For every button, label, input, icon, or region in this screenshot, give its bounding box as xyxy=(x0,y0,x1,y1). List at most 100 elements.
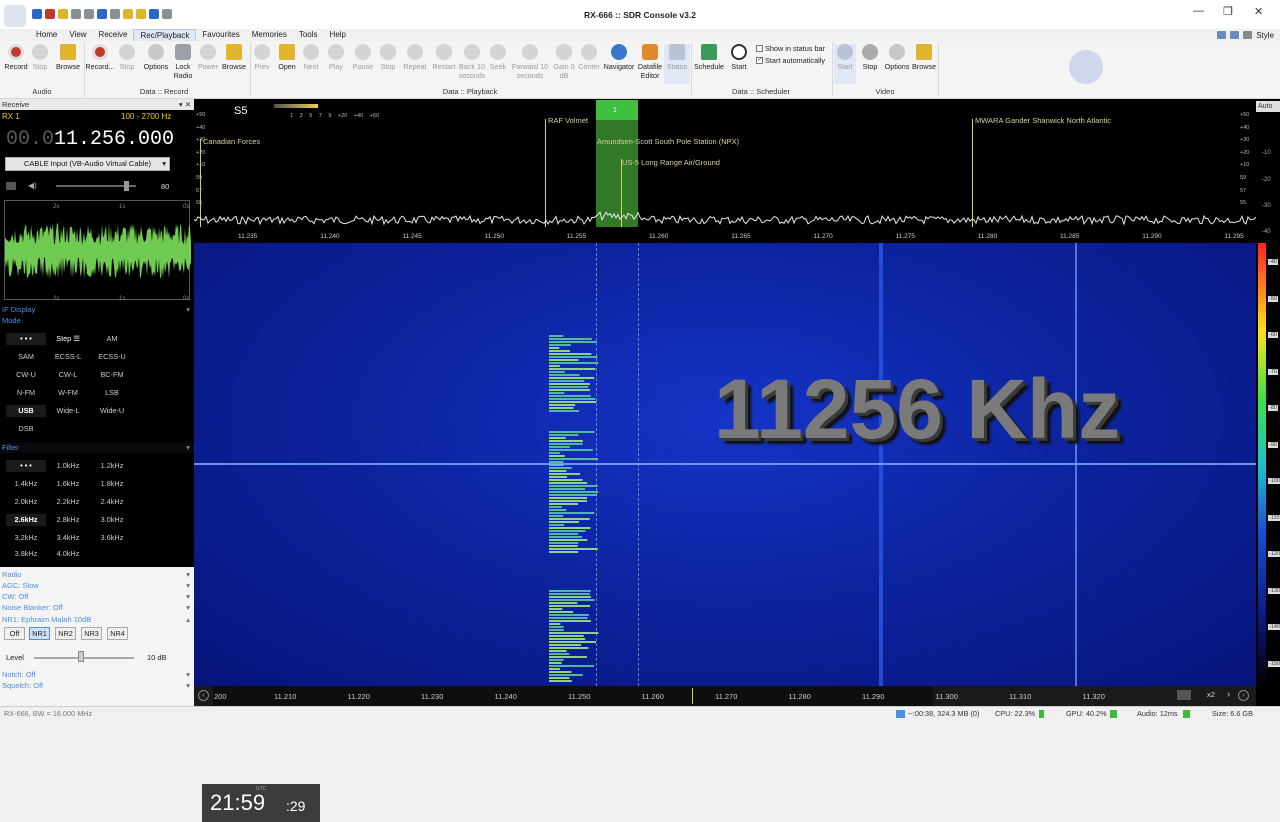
mode-am[interactable]: AM xyxy=(92,333,132,345)
restart-button[interactable]: Restart xyxy=(430,44,458,71)
menu-home[interactable]: Home xyxy=(30,29,63,41)
audio-browse-button[interactable]: Browse xyxy=(54,44,82,71)
mode-ecss-u[interactable]: ECSS-U xyxy=(92,351,132,363)
pause-button[interactable]: Pause xyxy=(351,44,375,71)
video-browse-button[interactable]: Browse xyxy=(910,44,938,71)
mode-wide-l[interactable]: Wide-L xyxy=(48,405,88,417)
mode-sam[interactable]: SAM xyxy=(6,351,46,363)
seek-button[interactable]: Seek xyxy=(487,44,509,71)
lock-small-icon[interactable] xyxy=(1243,31,1253,39)
filter-3-4[interactable]: 3.4kHz xyxy=(48,532,88,544)
repeat-button[interactable]: Repeat xyxy=(401,44,429,71)
minimize-button[interactable]: — xyxy=(1193,5,1204,17)
open-button[interactable]: Open xyxy=(275,44,299,71)
keyboard-icon[interactable] xyxy=(1177,690,1191,700)
nr3-button[interactable]: NR3 xyxy=(81,627,102,640)
filter-1-8[interactable]: 1.8kHz xyxy=(92,478,132,490)
filter-3-6[interactable]: 3.6kHz xyxy=(92,532,132,544)
filter-1-0[interactable]: 1.0kHz xyxy=(48,460,88,472)
nr2-button[interactable]: NR2 xyxy=(55,627,76,640)
play-icon[interactable]: › xyxy=(1238,690,1249,701)
start-automatically-checkbox[interactable]: ✓ Start automatically xyxy=(756,56,825,65)
gain-button[interactable]: Gain 0 dB xyxy=(552,44,576,80)
mode-cw-u[interactable]: CW-U xyxy=(6,369,46,381)
mode-more[interactable]: • • • xyxy=(6,333,46,345)
filter-section[interactable]: Filter ▾ xyxy=(0,443,194,453)
menu-rec-playback[interactable]: Rec/Playback xyxy=(133,29,197,41)
layout-icon[interactable] xyxy=(1217,31,1227,39)
center-button[interactable]: Center xyxy=(576,44,602,71)
filter-1-4[interactable]: 1.4kHz xyxy=(6,478,46,490)
data-stop-button[interactable]: Stop xyxy=(117,44,137,71)
menu-help[interactable]: Help xyxy=(324,29,352,41)
menu-view[interactable]: View xyxy=(63,29,92,41)
menu-favourites[interactable]: Favourites xyxy=(196,29,245,41)
prev-button[interactable]: Prev xyxy=(252,44,272,71)
datafile-editor-button[interactable]: Datafile Editor xyxy=(637,44,663,80)
auto-button[interactable]: Auto xyxy=(1256,101,1280,112)
monitor-icon[interactable] xyxy=(1230,31,1240,39)
mode-w-fm[interactable]: W-FM xyxy=(48,387,88,399)
if-display-section[interactable]: IF Display ▾ xyxy=(0,305,194,315)
lock-radio-button[interactable]: Lock Radio xyxy=(172,44,194,80)
maximize-button[interactable]: ❐ xyxy=(1223,5,1233,18)
data-options-button[interactable]: Options xyxy=(140,44,172,71)
status-button[interactable]: Status xyxy=(664,44,690,84)
input-select[interactable]: CABLE Input (VB-Audio Virtual Cable) ▾ xyxy=(5,157,170,171)
spectrum-panel[interactable]: S5 1 3 5 7 9 +20 +40 +60 1 RAF Volmet Ca… xyxy=(194,99,1256,240)
audio-stop-button[interactable]: Stop xyxy=(30,44,50,71)
waterfall[interactable]: 11256 Khz UTC 21:59 :29 xyxy=(194,243,1256,822)
level-slider[interactable] xyxy=(34,657,134,659)
filter-1-2[interactable]: 1.2kHz xyxy=(92,460,132,472)
level-handle[interactable] xyxy=(78,651,84,662)
mode-bc-fm[interactable]: BC-FM xyxy=(92,369,132,381)
mode-step[interactable]: Step ☰ xyxy=(48,333,88,345)
mode-cw-l[interactable]: CW-L xyxy=(48,369,88,381)
radio-section[interactable]: Radio ▾ xyxy=(0,570,194,580)
schedule-button[interactable]: Schedule xyxy=(692,44,726,71)
mode-wide-u[interactable]: Wide-U xyxy=(92,405,132,417)
style-menu[interactable]: Style xyxy=(1256,31,1274,40)
filter-3-2[interactable]: 3.2kHz xyxy=(6,532,46,544)
audio-record-button[interactable]: Record xyxy=(4,44,28,71)
noise-blanker-section[interactable]: Noise Blanker: Off ▾ xyxy=(0,603,194,613)
frequency-display[interactable]: 00.011.256.000 xyxy=(6,128,174,151)
zoom-level[interactable]: x2 xyxy=(1207,690,1215,699)
power-button[interactable]: Power xyxy=(196,44,220,71)
back-10-button[interactable]: Back 10 seconds xyxy=(457,44,487,80)
menu-receive[interactable]: Receive xyxy=(93,29,134,41)
filter-2-6[interactable]: 2.6kHz xyxy=(6,514,46,526)
playback-stop-button[interactable]: Stop xyxy=(377,44,399,71)
scheduler-start-button[interactable]: Start xyxy=(728,44,750,71)
filter-2-4[interactable]: 2.4kHz xyxy=(92,496,132,508)
filter-3-8[interactable]: 3.8kHz xyxy=(6,548,46,560)
filter-2-0[interactable]: 2.0kHz xyxy=(6,496,46,508)
filter-2-8[interactable]: 2.8kHz xyxy=(48,514,88,526)
menu-memories[interactable]: Memories xyxy=(246,29,293,41)
squelch-section[interactable]: Squelch: Off ▾ xyxy=(0,681,194,691)
video-start-button[interactable]: Start xyxy=(834,44,856,84)
filter-2-2[interactable]: 2.2kHz xyxy=(48,496,88,508)
show-status-bar-checkbox[interactable]: Show in status bar xyxy=(756,44,825,53)
mode-dsb[interactable]: DSB xyxy=(6,423,46,435)
play-button[interactable]: Play xyxy=(325,44,347,71)
nr1-button[interactable]: NR1 xyxy=(29,627,50,640)
video-stop-button[interactable]: Stop xyxy=(859,44,881,71)
navigator-button[interactable]: Navigator xyxy=(601,44,637,71)
menu-tools[interactable]: Tools xyxy=(293,29,324,41)
data-browse-button[interactable]: Browse xyxy=(220,44,248,71)
filter-1-6[interactable]: 1.6kHz xyxy=(48,478,88,490)
speaker-icon[interactable]: ◀) xyxy=(28,181,37,190)
mode-usb[interactable]: USB xyxy=(6,405,46,417)
filter-4-0[interactable]: 4.0kHz xyxy=(48,548,88,560)
agc-section[interactable]: AGC: Slow ▾ xyxy=(0,581,194,591)
nr-off-button[interactable]: Off xyxy=(4,627,25,640)
forward-10-button[interactable]: Forward 10 seconds xyxy=(510,44,550,80)
mode-lsb[interactable]: LSB xyxy=(92,387,132,399)
nr4-button[interactable]: NR4 xyxy=(107,627,128,640)
notch-section[interactable]: Notch: Off ▾ xyxy=(0,670,194,680)
next-button[interactable]: Next xyxy=(300,44,322,71)
close-button[interactable]: ✕ xyxy=(1254,5,1263,18)
nr1-section[interactable]: NR1: Ephraim Malah 10dB ▴ xyxy=(0,615,194,625)
scroll-left-icon[interactable]: ‹ xyxy=(198,690,209,701)
